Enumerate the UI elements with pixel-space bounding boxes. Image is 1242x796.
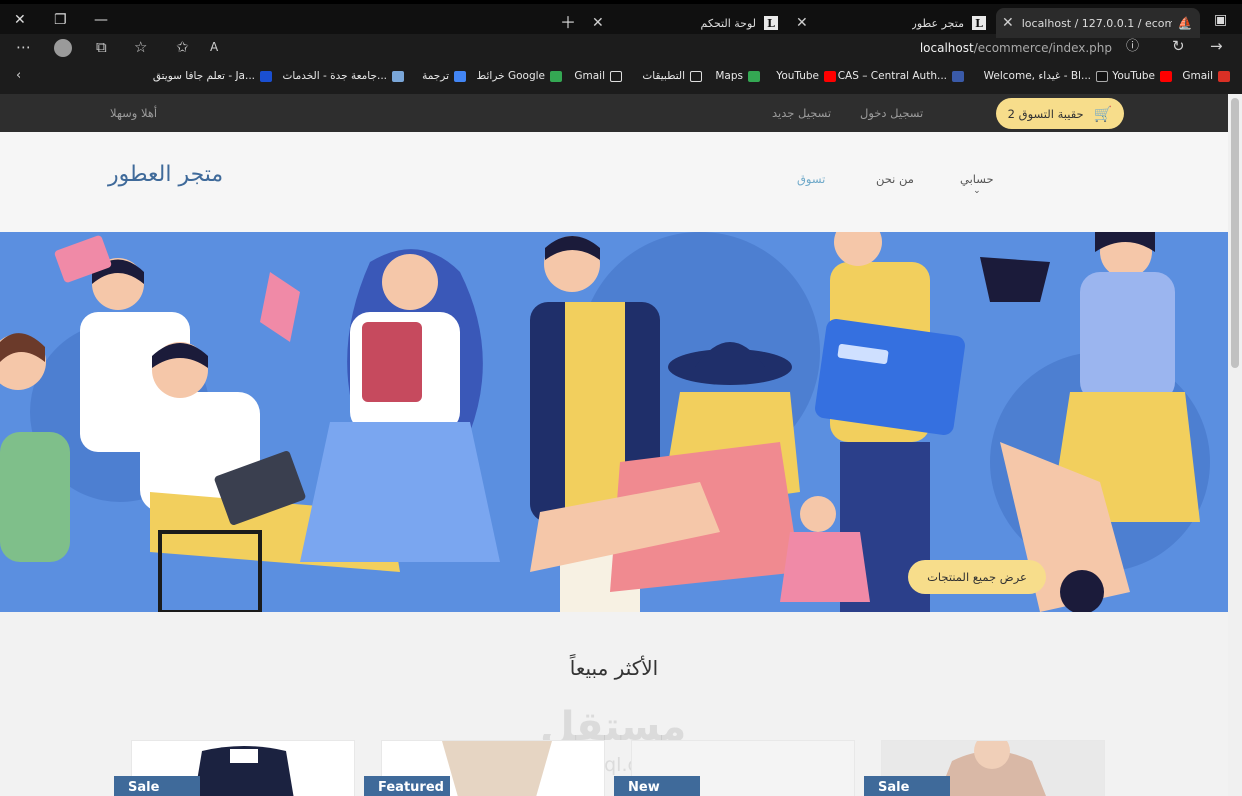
webpage: حقيبة التسوق 2 🛒 تسجيل دخول تسجيل جديد أ… [0,94,1228,796]
hero-illustration [0,232,1228,612]
close-tab-icon[interactable]: ✕ [1002,15,1014,31]
add-favorite-icon[interactable]: ✩ [176,40,189,55]
url-host: localhost [919,41,974,55]
scrollbar-thumb[interactable] [1231,98,1239,368]
youtube-icon [1160,70,1172,82]
chevron-down-icon: ⌄ [973,186,981,196]
bestsellers-title: الأكثر مبيعاً [569,656,659,680]
tab-title: لوحة التحكم [700,16,756,30]
product-badge: New [614,776,700,796]
bookmark-item[interactable]: Gmail [574,70,622,82]
gmail-icon [1218,70,1230,82]
tab-favicon-icon: L [972,16,986,30]
bookmark-label: Maps [715,70,743,82]
register-link[interactable]: تسجيل جديد [772,106,831,120]
youtube-icon [824,70,836,82]
cart-icon: 🛒 [1093,104,1113,123]
minimize-window-icon[interactable]: — [94,12,108,28]
site-topbar: حقيبة التسوق 2 🛒 تسجيل دخول تسجيل جديد أ… [0,94,1228,132]
bookmark-label: Gmail [1182,70,1213,82]
bookmark-label: التطبيقات [642,70,685,82]
read-aloud-icon[interactable]: A [210,41,218,53]
url-path: /ecommerce/index.php [973,41,1112,55]
bookmark-item[interactable]: Gmail [1182,70,1230,82]
h-icon [260,70,272,82]
refresh-icon[interactable]: ↻ [1172,39,1185,54]
bookmark-item[interactable]: YouTube [1112,70,1172,82]
close-tab-icon[interactable]: ✕ [796,15,808,31]
cart-button[interactable]: حقيبة التسوق 2 🛒 [996,98,1124,129]
tab-actions-icon[interactable]: ▣ [1214,12,1227,28]
view-all-products-button[interactable]: عرض جميع المنتجات [908,560,1046,594]
close-tab-icon[interactable]: ✕ [592,15,604,31]
more-options-icon[interactable]: ⋯ [16,40,31,55]
bookmark-item[interactable]: Maps [715,70,760,82]
bookmark-label: خرائط Google [476,70,545,82]
nav-account-label: حسابي [960,172,994,186]
maps-icon [748,70,760,82]
forward-icon[interactable]: → [1210,39,1223,54]
bookmark-item[interactable]: ترجمة [422,70,466,82]
bookmark-item[interactable]: التطبيقات [642,70,702,82]
bookmark-label: جامعة جدة - الخدمات... [282,70,387,82]
site-info-icon[interactable]: ⓘ [1126,40,1139,53]
tab-title: localhost / 127.0.0.1 / ecom_stor [1021,16,1172,30]
site-brand[interactable]: متجر العطور [108,162,223,187]
new-tab-icon[interactable]: ＋ [560,9,576,33]
browser-chrome: ✕ ❐ — ＋ ✕ لوحة التحكم L ✕ متجر عطور L ✕ … [0,0,1242,94]
nav-account[interactable]: حسابي ⌄ [960,172,994,196]
close-window-icon[interactable]: ✕ [14,12,26,28]
restore-window-icon[interactable]: ❐ [54,12,67,28]
file-icon [690,70,702,82]
bookmark-item[interactable]: خرائط Google [477,70,562,82]
tab-bar: ✕ ❐ — ＋ ✕ لوحة التحكم L ✕ متجر عطور L ✕ … [0,0,1242,38]
file-icon [610,70,622,82]
bookmark-item[interactable]: تعلم جافا سويتق - Ja... [153,70,272,82]
hero-banner: عرض جميع المنتجات [0,232,1228,612]
site-navbar: حسابي ⌄ من نحن تسوق متجر العطور [0,132,1228,232]
bookmark-label: تعلم جافا سويتق - Ja... [152,70,255,82]
cas-icon [952,70,964,82]
collections-icon[interactable]: ⧉ [96,40,107,55]
profile-avatar-icon[interactable] [54,39,72,57]
bookmark-item[interactable]: جامعة جدة - الخدمات... [283,70,404,82]
bookmarks-bar: ‹ Gmail YouTube Welcome, غيداء - Bl... C… [0,64,1242,90]
favorites-icon[interactable]: ☆ [134,40,147,55]
bookmark-label: Welcome, غيداء - Bl... [983,70,1091,82]
cart-label: حقيبة التسوق 2 [1007,106,1084,121]
url-field[interactable]: localhost/ecommerce/index.php [920,41,1112,55]
welcome-text: أهلا وسهلا [110,106,158,120]
page-scrollbar[interactable] [1228,94,1242,796]
bookmark-item[interactable]: Welcome, غيداء - Bl... [984,70,1108,82]
translate-icon [454,70,466,82]
nav-about[interactable]: من نحن [876,172,914,186]
university-icon [392,70,404,82]
phpmyadmin-icon: ⛵ [1177,16,1193,30]
blackboard-icon [1096,70,1108,82]
bookmark-item[interactable]: CAS – Central Auth... [838,70,964,82]
product-badge: Sale [864,776,950,796]
product-badge: Featured [364,776,450,796]
bookmark-item[interactable]: YouTube [776,70,836,82]
product-badge: Sale [114,776,200,796]
login-link[interactable]: تسجيل دخول [860,106,923,120]
address-bar: ⋯ ⧉ ☆ ✩ A localhost/ecommerce/index.php … [0,34,1242,62]
bookmark-label: YouTube [1112,70,1155,82]
tab-title: متجر عطور [911,16,964,30]
bookmark-label: CAS – Central Auth... [837,70,947,82]
bookmark-label: ترجمة [422,70,449,82]
tab-favicon-icon: L [764,16,778,30]
chevron-left-icon[interactable]: ‹ [16,69,21,82]
bookmark-label: Gmail [574,70,605,82]
nav-shop[interactable]: تسوق [797,172,825,186]
maps-icon [550,70,562,82]
bookmark-label: YouTube [776,70,819,82]
